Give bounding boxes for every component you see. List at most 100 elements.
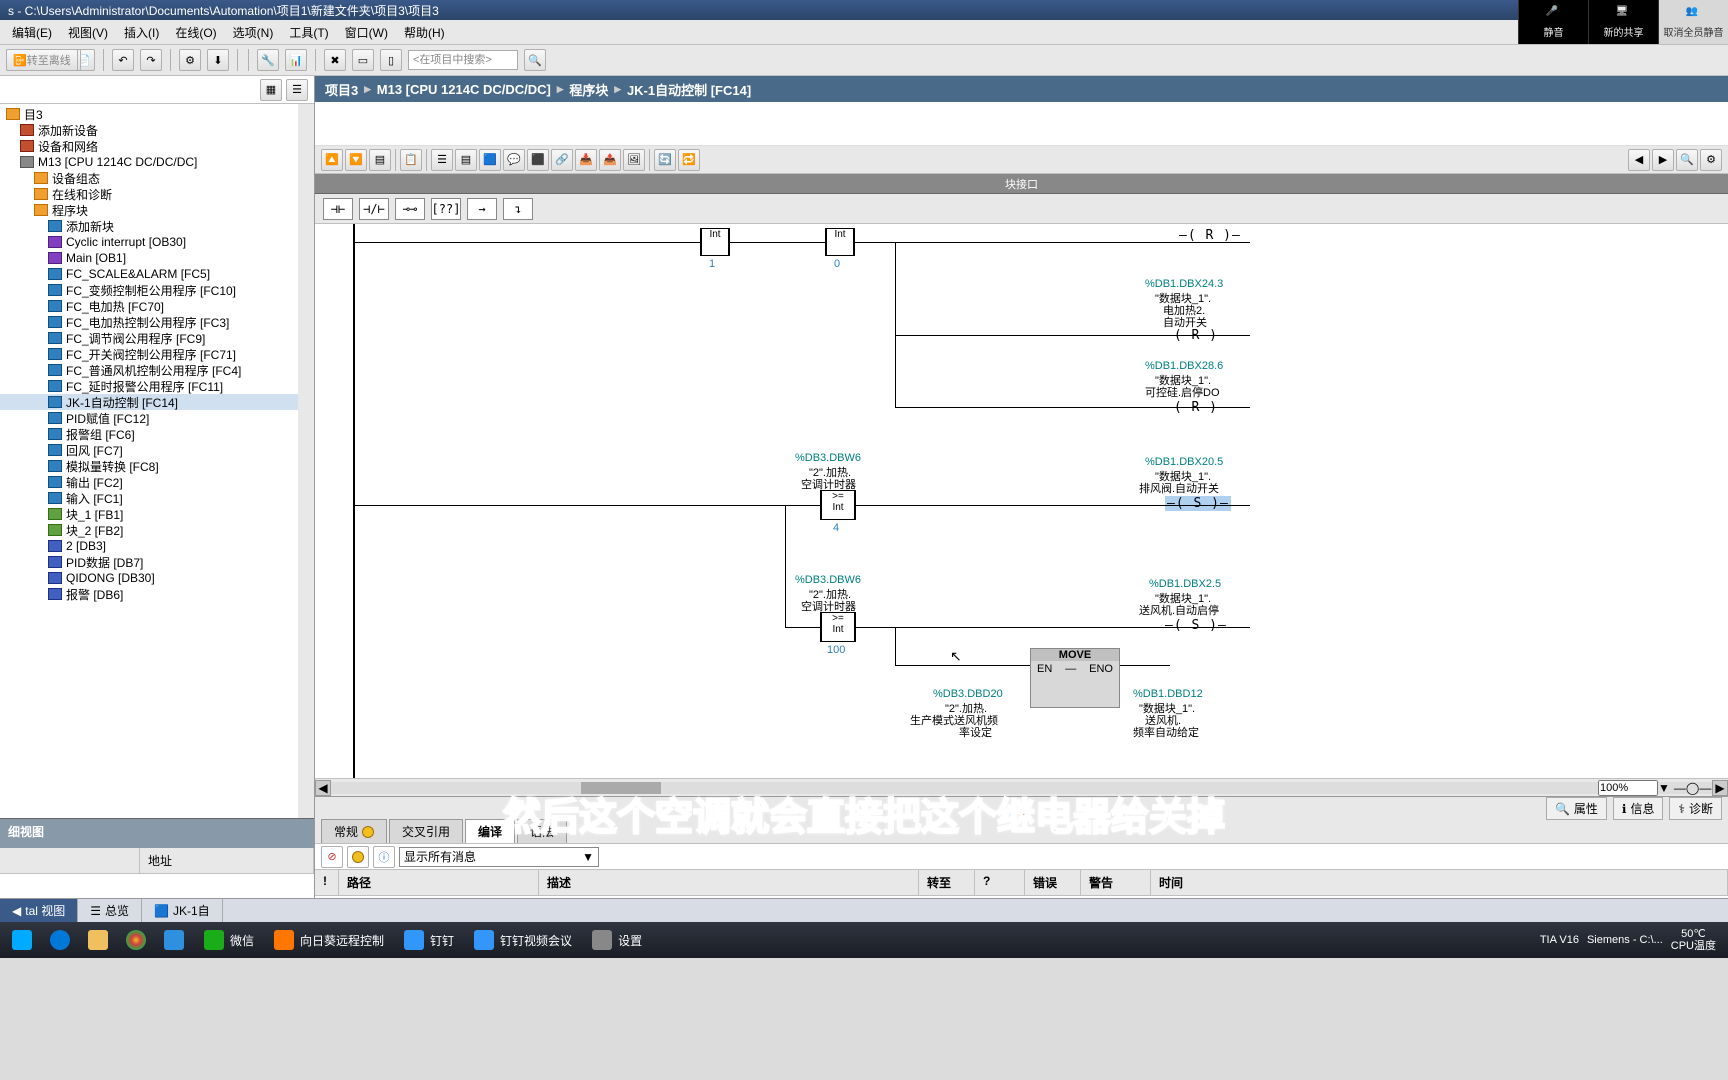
taskbar-app[interactable]: 钉钉 xyxy=(394,925,464,955)
menu-window[interactable]: 窗口(W) xyxy=(337,22,396,43)
menu-tools[interactable]: 工具(T) xyxy=(281,22,336,43)
menu-help[interactable]: 帮助(H) xyxy=(396,22,453,43)
redo-button[interactable]: ↷ xyxy=(140,49,162,71)
ed-btn-1[interactable]: 🔼 xyxy=(321,149,343,171)
cmp2-box[interactable]: >=Int xyxy=(820,612,856,642)
tab-properties[interactable]: 🔍 属性 xyxy=(1546,797,1607,820)
tree-item[interactable]: Main [OB1] xyxy=(0,250,314,266)
bc-folder[interactable]: 程序块 xyxy=(569,80,608,99)
ed-btn-3[interactable]: ▤ xyxy=(369,149,391,171)
tab-info[interactable]: ℹ 信息 xyxy=(1613,797,1664,820)
compile-button[interactable]: ⚙ xyxy=(179,49,201,71)
ed-btn-13[interactable]: 🖼 xyxy=(623,149,645,171)
ed-btn-nav3[interactable]: 🔍 xyxy=(1676,149,1698,171)
bc-block[interactable]: JK-1自动控制 [FC14] xyxy=(627,80,751,99)
tree-item[interactable]: 添加新设备 xyxy=(0,122,314,138)
ed-btn-nav4[interactable]: ⚙ xyxy=(1700,149,1722,171)
lad-empty-box[interactable]: [??] xyxy=(431,198,461,220)
tree-item[interactable]: 输出 [FC2] xyxy=(0,474,314,490)
project-tree[interactable]: 目3添加新设备设备和网络M13 [CPU 1214C DC/DC/DC]设备组态… xyxy=(0,104,314,604)
overview-tab[interactable]: ☰ 总览 xyxy=(78,899,142,922)
ed-btn-9[interactable]: ⬛ xyxy=(527,149,549,171)
tree-item[interactable]: PID数据 [DB7] xyxy=(0,554,314,570)
ed-btn-2[interactable]: 🔽 xyxy=(345,149,367,171)
msg-warning-filter[interactable] xyxy=(347,846,369,868)
ed-btn-11[interactable]: 📥 xyxy=(575,149,597,171)
tree-item[interactable]: 在线和诊断 xyxy=(0,186,314,202)
tree-item[interactable]: FC_普通风机控制公用程序 [FC4] xyxy=(0,362,314,378)
lad-branch-open[interactable]: → xyxy=(467,198,497,220)
tree-item[interactable]: FC_开关阀控制公用程序 [FC71] xyxy=(0,346,314,362)
explorer-button[interactable] xyxy=(80,925,116,955)
toolbar-btn-c[interactable]: ✖ xyxy=(324,49,346,71)
scroll-left-button[interactable]: ◀ xyxy=(315,780,331,796)
tree-item[interactable]: 块_2 [FB2] xyxy=(0,522,314,538)
meeting-share-button[interactable]: 🖥新的共享 xyxy=(1588,0,1658,44)
taskbar-app[interactable]: 钉钉视频会议 xyxy=(464,925,582,955)
project-search-input[interactable]: <在项目中搜索> xyxy=(408,50,518,70)
start-button[interactable] xyxy=(4,925,40,955)
ed-btn-6[interactable]: ▤ xyxy=(455,149,477,171)
lad-branch-close[interactable]: ↴ xyxy=(503,198,533,220)
bc-project[interactable]: 项目3 xyxy=(325,80,358,99)
tree-item[interactable]: 报警 [DB6] xyxy=(0,586,314,602)
tree-item[interactable]: FC_SCALE&ALARM [FC5] xyxy=(0,266,314,282)
tree-item[interactable]: FC_电加热 [FC70] xyxy=(0,298,314,314)
tray-tia[interactable]: TIA V16 xyxy=(1540,934,1579,946)
system-tray[interactable]: TIA V16 Siemens - C:\... 50℃CPU温度 xyxy=(1540,928,1724,952)
menu-edit[interactable]: 编辑(E) xyxy=(4,22,60,43)
tab-diagnostics[interactable]: ⚕ 诊断 xyxy=(1669,797,1722,820)
tree-item[interactable]: M13 [CPU 1214C DC/DC/DC] xyxy=(0,154,314,170)
toolbar-btn-a[interactable]: 🔧 xyxy=(257,49,279,71)
taskbar-app[interactable]: 微信 xyxy=(194,925,264,955)
coil4[interactable]: —( S )— xyxy=(1165,618,1227,633)
toolbar-btn-e[interactable]: ▯ xyxy=(380,49,402,71)
ed-btn-10[interactable]: 🔗 xyxy=(551,149,573,171)
meeting-unmute-all-button[interactable]: 👥取消全员静音 xyxy=(1658,0,1728,44)
tree-item[interactable]: 模拟量转换 [FC8] xyxy=(0,458,314,474)
coil-top[interactable]: —( R )— xyxy=(1179,228,1241,243)
meeting-mute-button[interactable]: 🎤静音 xyxy=(1518,0,1588,44)
zoom-input[interactable] xyxy=(1598,780,1658,796)
tree-root[interactable]: 目3 xyxy=(0,106,314,122)
menu-view[interactable]: 视图(V) xyxy=(60,22,116,43)
tree-item[interactable]: FC_变频控制柜公用程序 [FC10] xyxy=(0,282,314,298)
ed-btn-15[interactable]: 🔁 xyxy=(678,149,700,171)
ed-btn-12[interactable]: 📤 xyxy=(599,149,621,171)
menu-insert[interactable]: 插入(I) xyxy=(116,22,167,43)
undo-button[interactable]: ↶ xyxy=(112,49,134,71)
taskbar-app[interactable]: 向日葵远程控制 xyxy=(264,925,394,955)
download-button[interactable]: ⬇ xyxy=(207,49,229,71)
tree-item[interactable]: FC_电加热控制公用程序 [FC3] xyxy=(0,314,314,330)
taskbar-app[interactable]: 设置 xyxy=(582,925,652,955)
tree-item[interactable]: 回风 [FC7] xyxy=(0,442,314,458)
msg-error-filter[interactable]: ⊘ xyxy=(321,846,343,868)
tree-item[interactable]: 程序块 xyxy=(0,202,314,218)
tree-item[interactable]: 设备组态 xyxy=(0,170,314,186)
tree-item[interactable]: QIDONG [DB30] xyxy=(0,570,314,586)
ed-btn-4[interactable]: 📋 xyxy=(400,149,422,171)
tree-item[interactable]: 2 [DB3] xyxy=(0,538,314,554)
tree-item[interactable]: 添加新块 xyxy=(0,218,314,234)
ed-btn-14[interactable]: 🔄 xyxy=(654,149,676,171)
toolbar-btn-b[interactable]: 📊 xyxy=(285,49,307,71)
tree-item[interactable]: 输入 [FC1] xyxy=(0,490,314,506)
tree-view-tile-button[interactable]: ▦ xyxy=(260,79,282,101)
msg-info-filter[interactable]: ⓘ xyxy=(373,846,395,868)
tree-item[interactable]: Cyclic interrupt [OB30] xyxy=(0,234,314,250)
bc-device[interactable]: M13 [CPU 1214C DC/DC/DC] xyxy=(377,82,551,97)
lad-coil[interactable]: ⊸⊸ xyxy=(395,198,425,220)
cmp1-box[interactable]: >=Int xyxy=(820,490,856,520)
ed-btn-nav2[interactable]: ▶ xyxy=(1652,149,1674,171)
edge-button[interactable] xyxy=(42,925,78,955)
tab-cross-ref[interactable]: 交叉引用 xyxy=(389,819,463,843)
block-interface-header[interactable]: 块接口 xyxy=(315,174,1728,194)
tree-item[interactable]: PID赋值 [FC12] xyxy=(0,410,314,426)
lad-nc-contact[interactable]: ⊣/⊢ xyxy=(359,198,389,220)
cmp-int-right[interactable]: Int xyxy=(825,228,855,256)
tree-item[interactable]: 报警组 [FC6] xyxy=(0,426,314,442)
tree-item[interactable]: 设备和网络 xyxy=(0,138,314,154)
menu-online[interactable]: 在线(O) xyxy=(167,22,224,43)
cmp-int-left[interactable]: Int xyxy=(700,228,730,256)
ladder-diagram[interactable]: Int 1 Int 0 —( R )— %DB1.DBX24.3 "数据块_1"… xyxy=(315,224,1728,778)
